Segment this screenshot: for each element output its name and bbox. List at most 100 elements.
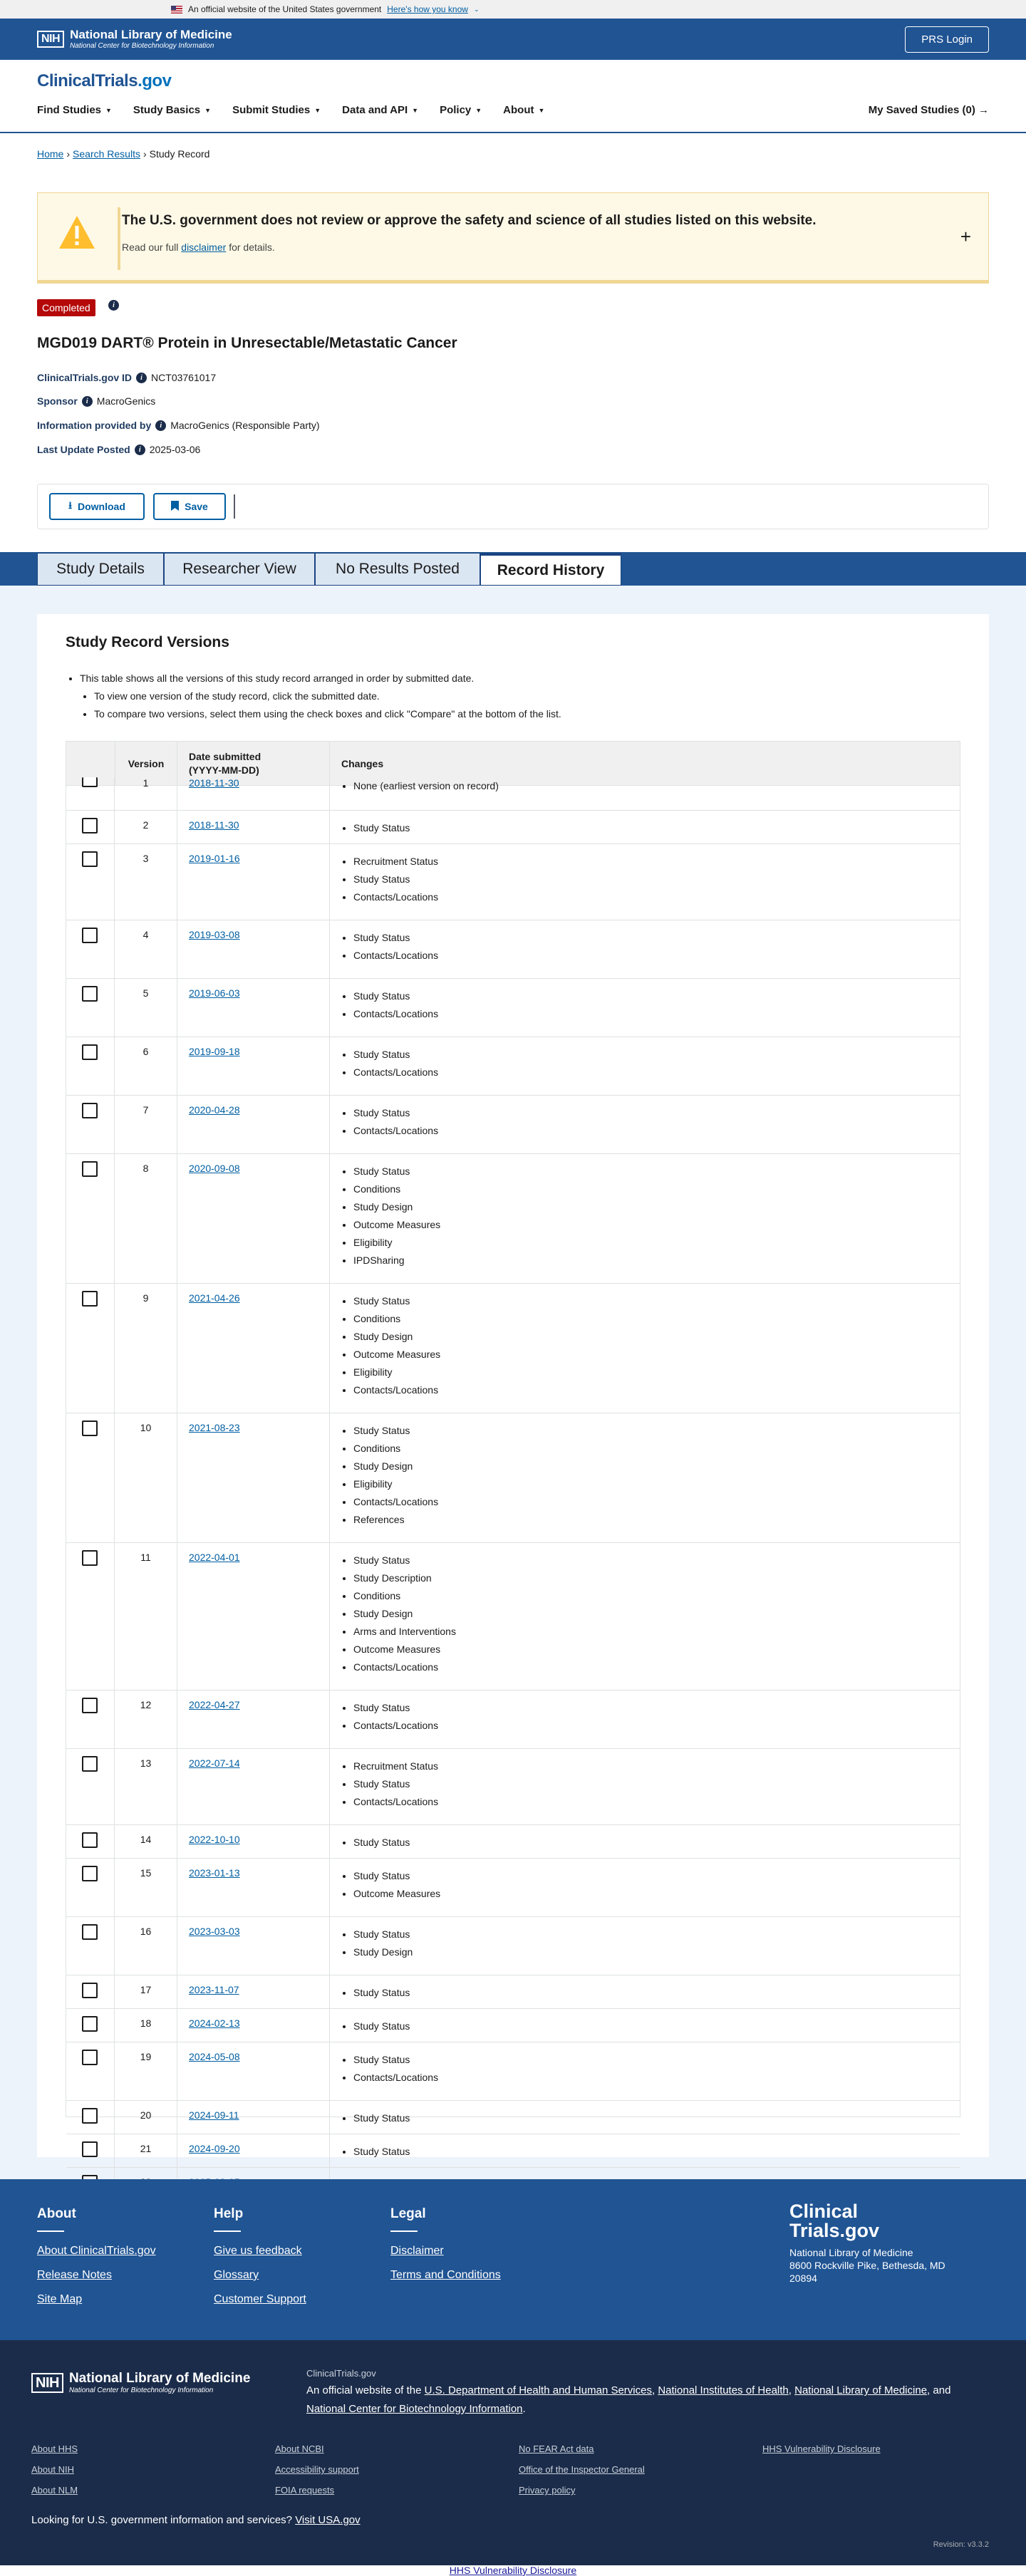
compare-checkbox[interactable] xyxy=(82,2050,98,2065)
version-date-link[interactable]: 2021-04-26 xyxy=(189,1292,240,1304)
changes-cell: Study StatusStudy Design xyxy=(330,1917,960,1975)
tab-no-results-posted[interactable]: No Results Posted xyxy=(315,553,480,586)
version-date-link[interactable]: 2024-09-11 xyxy=(189,2109,239,2121)
version-date-link[interactable]: 2024-05-08 xyxy=(189,2051,240,2062)
compare-checkbox[interactable] xyxy=(82,1044,98,1060)
info-icon[interactable]: i xyxy=(134,444,145,455)
breadcrumb-search-results[interactable]: Search Results xyxy=(73,148,140,160)
version-date-link[interactable]: 2020-09-08 xyxy=(189,1163,240,1174)
compare-checkbox[interactable] xyxy=(82,818,98,833)
version-date-link[interactable]: 2019-01-16 xyxy=(189,853,240,864)
heres-how-you-know-link[interactable]: Here's how you know xyxy=(387,4,468,14)
footer-link[interactable]: Privacy policy xyxy=(519,2480,645,2500)
disclaimer-link[interactable]: disclaimer xyxy=(181,242,226,253)
footer-link[interactable]: About HHS xyxy=(31,2439,78,2459)
expand-plus-icon[interactable]: + xyxy=(960,226,971,248)
version-date-link[interactable]: 2023-11-07 xyxy=(189,1984,239,1995)
version-date-link[interactable]: 2023-01-13 xyxy=(189,1867,240,1879)
version-date-link[interactable]: 2018-11-30 xyxy=(189,777,239,789)
footer-link[interactable]: About NLM xyxy=(31,2480,78,2500)
nlm-logo[interactable]: NIH National Library of Medicine Nationa… xyxy=(37,28,232,50)
version-date-link[interactable]: 2024-02-13 xyxy=(189,2017,240,2029)
nav-about[interactable]: About ▼ xyxy=(503,104,544,116)
nlm-link[interactable]: National Library of Medicine xyxy=(794,2384,927,2396)
compare-checkbox[interactable] xyxy=(82,1550,98,1566)
compare-checkbox[interactable] xyxy=(82,1161,98,1177)
nav-study-basics[interactable]: Study Basics ▼ xyxy=(133,104,211,116)
version-date-link[interactable]: 2019-09-18 xyxy=(189,1046,240,1057)
compare-checkbox[interactable] xyxy=(82,1103,98,1118)
prs-login-button[interactable]: PRS Login xyxy=(905,26,989,53)
saved-studies-link[interactable]: My Saved Studies (0) → xyxy=(869,104,989,116)
version-date-link[interactable]: 2022-04-01 xyxy=(189,1552,240,1563)
compare-checkbox[interactable] xyxy=(82,2108,98,2124)
compare-checkbox[interactable] xyxy=(82,986,98,1002)
nav-data-api[interactable]: Data and API ▼ xyxy=(342,104,418,116)
footer-link[interactable]: Office of the Inspector General xyxy=(519,2459,645,2480)
compare-checkbox[interactable] xyxy=(82,1924,98,1940)
version-date-link[interactable]: 2021-08-23 xyxy=(189,1422,240,1433)
footer-link[interactable]: FOIA requests xyxy=(275,2480,359,2500)
footer-link[interactable]: About NIH xyxy=(31,2459,78,2480)
version-date-link[interactable]: 2022-04-27 xyxy=(189,1699,240,1710)
changes-cell: Study StatusContacts/Locations xyxy=(330,2042,960,2100)
footer-link[interactable]: Customer Support xyxy=(214,2293,306,2306)
footer-link[interactable]: About NCBI xyxy=(275,2439,359,2459)
meta-value: 2025-03-06 xyxy=(149,444,201,455)
version-date-link[interactable]: 2024-09-20 xyxy=(189,2143,240,2154)
save-button[interactable]: Save xyxy=(153,493,226,520)
compare-checkbox[interactable] xyxy=(82,1421,98,1436)
nav-find-studies[interactable]: Find Studies ▼ xyxy=(37,104,112,116)
compare-checkbox[interactable] xyxy=(82,2141,98,2157)
hhs-link[interactable]: U.S. Department of Health and Human Serv… xyxy=(425,2384,652,2396)
footer-link[interactable]: Site Map xyxy=(37,2293,156,2306)
version-date-link[interactable]: 2022-10-10 xyxy=(189,1834,240,1845)
nlm-footer-logo[interactable]: NIH National Library of Medicine Nationa… xyxy=(31,2371,250,2394)
compare-checkbox[interactable] xyxy=(82,851,98,867)
footer-link[interactable]: Glossary xyxy=(214,2269,306,2282)
compare-checkbox[interactable] xyxy=(82,1866,98,1881)
change-item: Conditions xyxy=(353,1440,960,1458)
nav-policy[interactable]: Policy ▼ xyxy=(440,104,482,116)
breadcrumb-home[interactable]: Home xyxy=(37,148,63,160)
compare-checkbox[interactable] xyxy=(82,1698,98,1713)
version-date-link[interactable]: 2022-07-14 xyxy=(189,1757,240,1769)
version-date-link[interactable]: 2018-11-30 xyxy=(189,819,239,831)
footer-link[interactable]: Release Notes xyxy=(37,2269,156,2282)
footer-link[interactable]: Give us feedback xyxy=(214,2245,306,2258)
version-date-link[interactable]: 2020-04-28 xyxy=(189,1104,240,1116)
usa-gov-link[interactable]: Visit USA.gov xyxy=(295,2514,360,2526)
intro-line: This table shows all the versions of thi… xyxy=(80,672,475,684)
version-date-link[interactable]: 2019-06-03 xyxy=(189,987,240,999)
version-date-link[interactable]: 2023-03-03 xyxy=(189,1926,240,1937)
compare-checkbox[interactable] xyxy=(82,928,98,943)
info-icon[interactable]: i xyxy=(108,300,119,311)
compare-checkbox[interactable] xyxy=(82,777,98,787)
compare-checkbox[interactable] xyxy=(82,1832,98,1848)
info-icon[interactable]: i xyxy=(81,395,93,407)
compare-checkbox[interactable] xyxy=(82,1291,98,1307)
footer-link[interactable]: HHS Vulnerability Disclosure xyxy=(762,2439,881,2459)
footer-link[interactable]: Terms and Conditions xyxy=(390,2269,501,2282)
compare-checkbox[interactable] xyxy=(82,2016,98,2032)
info-icon[interactable]: i xyxy=(155,420,167,431)
footer-heading: Legal xyxy=(390,2206,426,2221)
compare-checkbox[interactable] xyxy=(82,1756,98,1772)
clinicaltrials-logo[interactable]: ClinicalTrials.gov xyxy=(37,71,172,91)
footer-link[interactable]: Accessibility support xyxy=(275,2459,359,2480)
footer-link[interactable]: No FEAR Act data xyxy=(519,2439,645,2459)
footer-link[interactable]: Disclaimer xyxy=(390,2245,501,2258)
tab-record-history[interactable]: Record History xyxy=(480,553,621,586)
info-icon[interactable]: i xyxy=(136,372,147,383)
nav-submit-studies[interactable]: Submit Studies ▼ xyxy=(232,104,321,116)
compare-checkbox[interactable] xyxy=(82,1983,98,1998)
hhs-vulnerability-link[interactable]: HHS Vulnerability Disclosure xyxy=(450,2565,576,2576)
version-date-link[interactable]: 2019-03-08 xyxy=(189,929,240,940)
download-button[interactable]: ⭳ Download xyxy=(49,493,145,520)
nih-link[interactable]: National Institutes of Health xyxy=(658,2384,788,2396)
ncbi-link[interactable]: National Center for Biotechnology Inform… xyxy=(306,2403,523,2415)
tab-study-details[interactable]: Study Details xyxy=(37,553,164,586)
footer-logo[interactable]: Clinical Trials.gov xyxy=(789,2202,945,2240)
tab-researcher-view[interactable]: Researcher View xyxy=(164,553,315,586)
footer-link[interactable]: About ClinicalTrials.gov xyxy=(37,2245,156,2258)
